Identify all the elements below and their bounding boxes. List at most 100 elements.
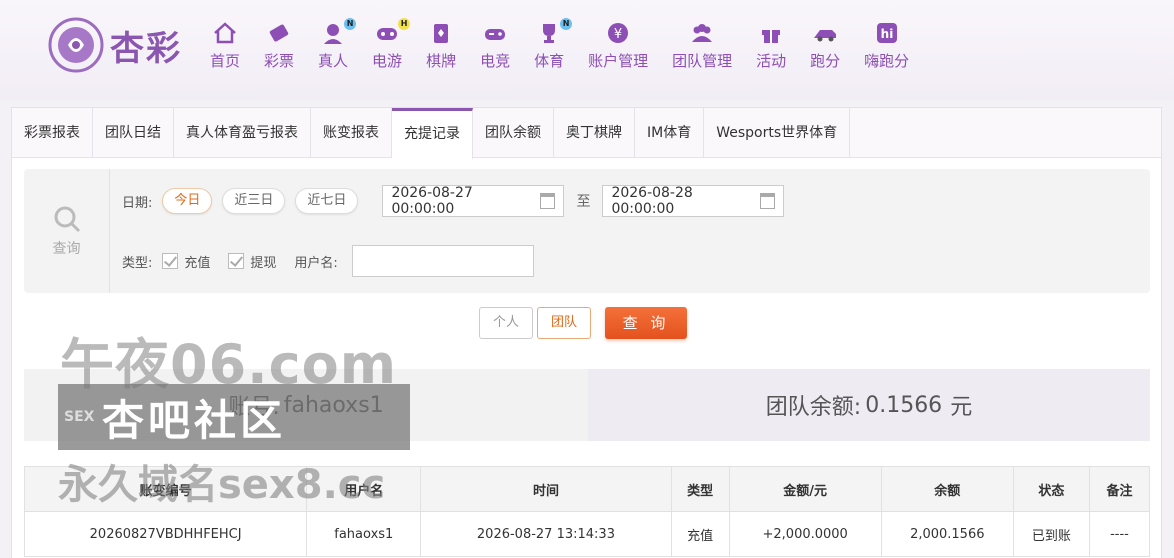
nav-label: 彩票 [264,52,295,70]
calendar-icon [539,193,556,209]
account-label: 账号: [228,395,280,420]
svg-text:hi: hi [880,27,893,41]
site-logo[interactable]: 杏彩 [46,14,206,76]
nav-label: 棋牌 [426,52,457,70]
end-date-value: 2026-08-28 00:00:00 [611,185,693,217]
range-3days-button[interactable]: 近三日 [222,188,286,214]
svg-text:¥: ¥ [614,27,622,42]
nav-item-1[interactable]: 彩票 [258,20,300,80]
table-cell: 已到账 [1012,511,1090,557]
start-date-input[interactable]: 2026-08-27 00:00:00 [382,185,565,217]
tab-7[interactable]: IM体育 [635,108,705,158]
logo-emblem-icon [48,17,104,73]
top-header: 杏彩 首页 彩票 N 真人 H 电游 棋牌 电竞 N 体育 ¥ 账户管理 团队管理 活动 跑分 hi 嗨跑分 [0,0,1174,100]
nav-badge: N [344,18,357,30]
nav-item-5[interactable]: 电竞 [474,20,516,80]
tab-2[interactable]: 真人体育盈亏报表 [174,108,311,158]
hi-app-icon: hi [874,20,900,46]
brand-name: 杏彩 [110,28,182,69]
table-cell: fahaoxs1 [306,511,422,557]
column-header[interactable]: 时间 [420,466,672,512]
nav-item-9[interactable]: 活动 [750,20,792,80]
nav-item-8[interactable]: 团队管理 [666,20,738,80]
table-cell: 充值 [670,511,730,557]
nav-item-10[interactable]: 跑分 [804,20,846,80]
table-row[interactable]: 20260827VBDHHFEHCJ fahaoxs1 2026-08-27 13:… [23,511,1151,557]
yen-icon: ¥ [605,20,631,46]
live-dealer-icon [320,20,346,46]
report-tabs: 彩票报表 团队日结 真人体育盈亏报表 账变报表 充提记录 团队余额 奥丁棋牌 IM体育 Wesp… [12,108,1161,159]
type-label: 类型: [122,255,153,271]
lottery-ticket-icon [266,20,292,46]
checkbox-icon [162,253,179,269]
nav-label: 电竞 [480,52,511,70]
tab-8[interactable]: Wesports世界体育 [704,108,851,158]
nav-item-7[interactable]: ¥ 账户管理 [582,20,654,80]
nav-item-2[interactable]: N 真人 [312,18,357,80]
tab-5[interactable]: 团队余额 [473,108,554,158]
column-header[interactable]: 账变编号 [23,466,308,512]
nav-label: 账户管理 [588,52,649,70]
filter-area: 查询 日期: 今日 近三日 近七日 2026-08-27 00:00:00 至 … [24,169,1150,293]
table-cell: 20260827VBDHHFEHCJ [23,511,308,557]
type-deposit-checkbox[interactable]: 充值 [162,252,210,271]
home-icon [212,20,238,46]
table-cell: 2026-08-27 13:14:33 [420,511,672,557]
tab-6[interactable]: 奥丁棋牌 [554,108,635,158]
start-date-value: 2026-08-27 00:00:00 [391,185,473,217]
nav-label: 电游 [372,52,403,70]
type-withdraw-checkbox[interactable]: 提现 [228,252,276,271]
account-value: fahaoxs1 [283,392,384,418]
column-header[interactable]: 金额/元 [728,466,882,512]
tab-0[interactable]: 彩票报表 [12,108,93,158]
team-button[interactable]: 团队 [537,307,591,339]
to-label: 至 [576,194,591,210]
nav-label: 首页 [210,52,241,70]
range-today-button[interactable]: 今日 [162,188,213,214]
range-7days-button[interactable]: 近七日 [295,188,359,214]
column-header[interactable]: 用户名 [306,466,422,512]
username-input[interactable] [351,245,534,277]
controller-icon [482,20,508,46]
nav-item-4[interactable]: 棋牌 [420,20,462,80]
nav-label: 体育 [534,52,565,70]
filter-search-block[interactable]: 查询 [24,169,110,293]
personal-button[interactable]: 个人 [479,307,533,339]
column-header[interactable]: 余额 [880,466,1014,512]
nav-item-3[interactable]: H 电游 [366,18,411,80]
nav-item-0[interactable]: 首页 [204,20,246,80]
trophy-icon [536,20,562,46]
gamepad-icon [374,20,400,46]
tab-3[interactable]: 账变报表 [311,108,392,158]
column-header[interactable]: 类型 [670,466,730,512]
column-header[interactable]: 备注 [1088,466,1151,512]
nav-badge: N [560,18,573,30]
tab-4[interactable]: 充提记录 [392,108,473,159]
nav-item-6[interactable]: N 体育 [528,18,573,80]
calendar-icon [759,193,776,209]
search-icon [54,206,80,233]
date-row: 日期: 今日 近三日 近七日 2026-08-27 00:00:00 至 202… [122,185,785,217]
table-header-row: 账变编号 用户名 时间 类型 金额/元 余额 状态 备注 [23,466,1151,512]
end-date-input[interactable]: 2026-08-28 00:00:00 [602,185,785,217]
running-car-icon [812,20,838,46]
tab-1[interactable]: 团队日结 [93,108,174,158]
summary-bar: 账号: fahaoxs1 团队余额: 0.1566 元 [24,369,1150,441]
column-header[interactable]: 状态 [1012,466,1090,512]
nav-label: 跑分 [810,52,841,70]
report-panel: 彩票报表 团队日结 真人体育盈亏报表 账变报表 充提记录 团队余额 奥丁棋牌 IM体育 Wesp… [11,107,1162,558]
search-label: 查询 [52,241,81,257]
nav-badge: H [398,18,411,30]
nav-item-11[interactable]: hi 嗨跑分 [858,20,915,80]
username-label: 用户名: [294,255,338,271]
nav-label: 活动 [756,52,787,70]
type-withdraw-label: 提现 [250,255,277,271]
balance-unit: 元 [950,395,973,420]
account-summary: 账号: fahaoxs1 [24,369,588,441]
table-cell: +2,000.0000 [728,511,882,557]
records-table: 账变编号 用户名 时间 类型 金额/元 余额 状态 备注 20260827VBDHHFEHCJ… [23,466,1151,557]
query-button[interactable]: 查 询 [605,307,687,339]
main-nav: 首页 彩票 N 真人 H 电游 棋牌 电竞 N 体育 ¥ 账户管理 团队管理 活动 跑分 hi 嗨跑分 [204,18,927,80]
nav-label: 团队管理 [672,52,733,70]
table-cell: ---- [1088,511,1151,557]
